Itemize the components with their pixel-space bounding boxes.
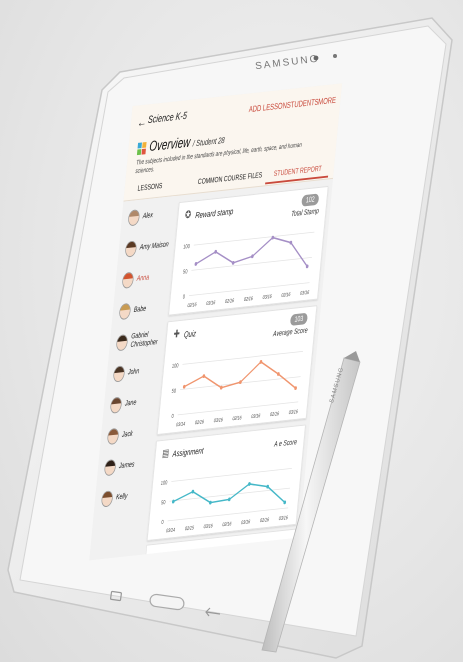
stylus-layer: SAMSUNG <box>261 351 361 653</box>
scene: SAMSUNG ← Science K-5 ADD LESSON STUDENT… <box>0 0 463 662</box>
s-pen[interactable] <box>261 357 361 653</box>
